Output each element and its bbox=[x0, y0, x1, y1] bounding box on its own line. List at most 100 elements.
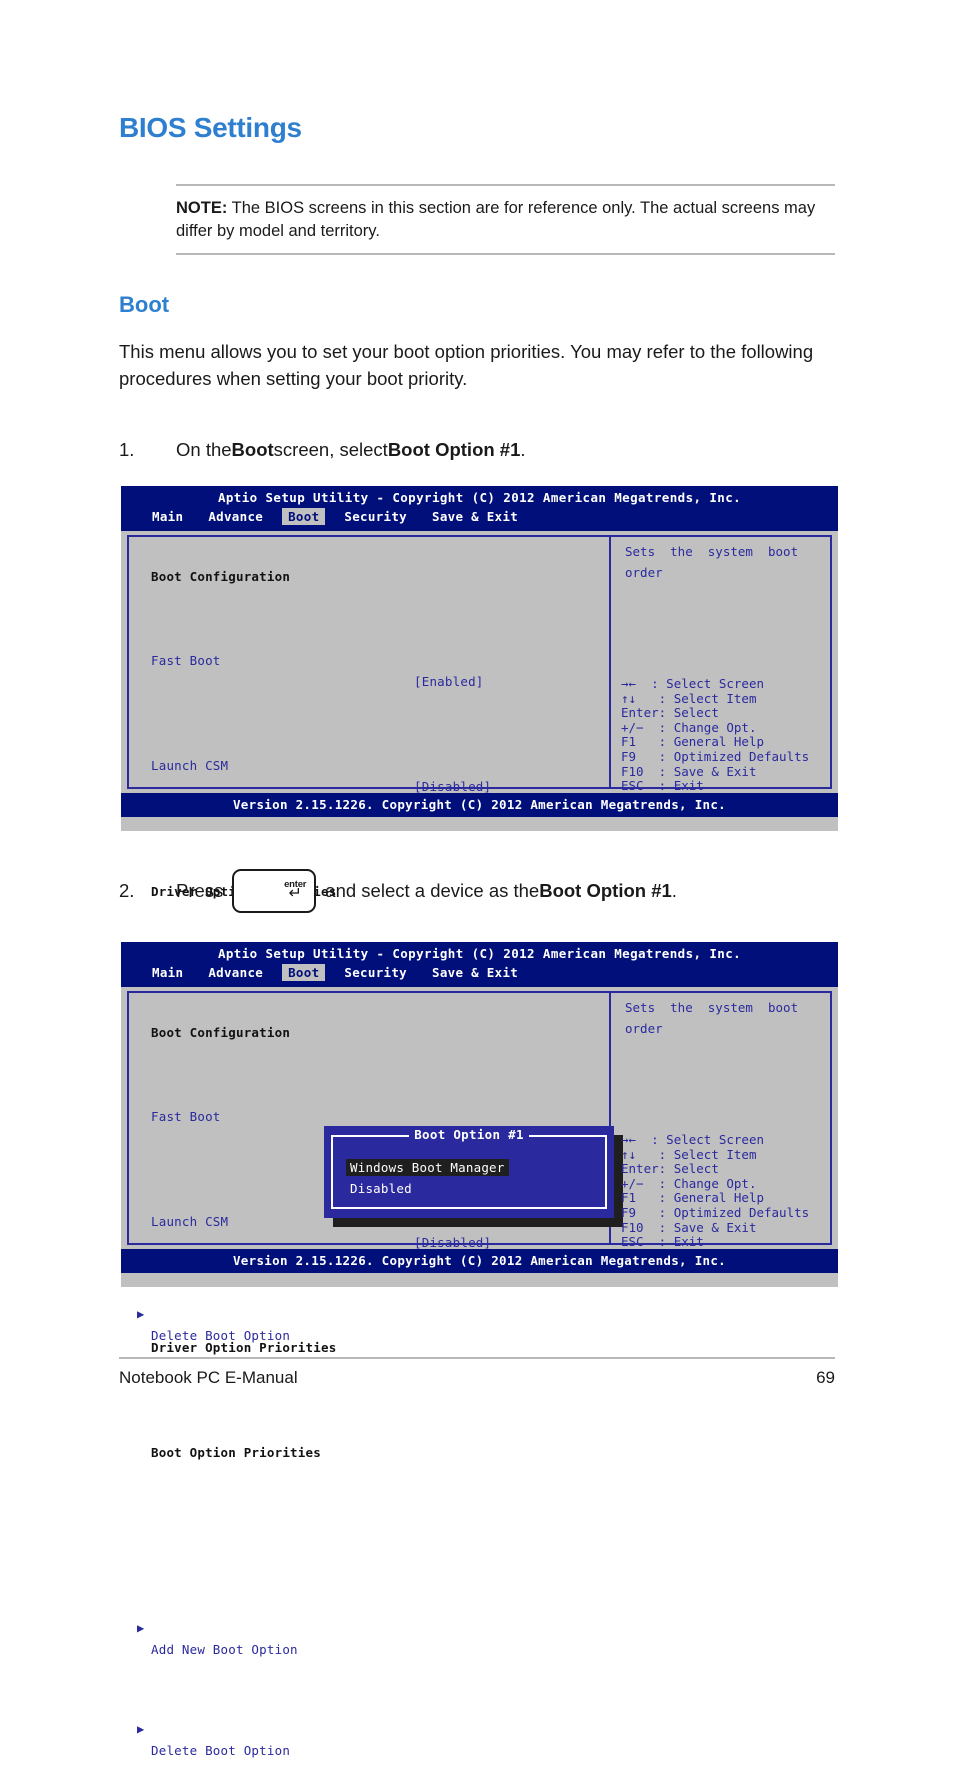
bios2-menu-boot[interactable]: Boot bbox=[282, 964, 326, 981]
section-heading-boot: Boot bbox=[119, 292, 170, 317]
bios1-fast-boot-value[interactable]: [Enabled] bbox=[414, 671, 484, 692]
footer-page-number: 69 bbox=[816, 1368, 835, 1387]
bios2-action-delete-boot-option[interactable]: ▶ Delete Boot Option bbox=[129, 1698, 609, 1782]
note-body: The BIOS screens in this section are for… bbox=[176, 199, 816, 240]
step-1: 1. On the Boot screen, select Boot Optio… bbox=[119, 437, 526, 463]
bios2-menu-main[interactable]: Main bbox=[146, 964, 189, 981]
bios2-body: Boot Configuration Fast Boot [Disabled] … bbox=[121, 987, 838, 1758]
step-2-number: 2. bbox=[119, 880, 135, 902]
bios1-key-row-exit: ESC : Exit bbox=[621, 778, 704, 794]
bios2-title: Aptio Setup Utility - Copyright (C) 2012… bbox=[217, 946, 742, 961]
bios1-key-row-general-help: F1 : General Help bbox=[621, 734, 765, 750]
step-2-text-part3: . bbox=[671, 880, 677, 902]
enter-arrow-icon: ↵ bbox=[288, 885, 302, 903]
bios2-key-row-exit: ESC : Exit bbox=[621, 1234, 704, 1250]
bios2-launch-csm-value[interactable]: [Disabled] bbox=[414, 1232, 491, 1253]
bios2-key-row-change-opt: +/− : Change Opt. bbox=[621, 1175, 757, 1191]
bios1-help-description: Sets the system boot order bbox=[625, 541, 798, 583]
bios1-settings-panel: Boot Configuration Fast Boot [Enabled] L… bbox=[127, 535, 611, 1343]
step-1-text-part1: On the bbox=[176, 439, 232, 460]
popup-option-windows-boot-manager[interactable]: Windows Boot Manager bbox=[346, 1159, 509, 1176]
manual-page: BIOS Settings NOTE: The BIOS screens in … bbox=[0, 0, 954, 1758]
bios2-key-row-enter-select: Enter: Select bbox=[621, 1161, 719, 1177]
bios2-add-new-boot-option-label: Add New Boot Option bbox=[151, 1642, 298, 1657]
bios1-key-row-select-item: ↑↓ : Select Item bbox=[621, 690, 757, 706]
note-text: NOTE: The BIOS screens in this section a… bbox=[176, 186, 835, 253]
boot-option-popup[interactable]: Boot Option #1 Windows Boot Manager Disa… bbox=[324, 1126, 614, 1218]
bios1-titlebar: Aptio Setup Utility - Copyright (C) 2012… bbox=[121, 486, 838, 531]
bios1-help-desc-line2: order bbox=[625, 565, 663, 580]
bios1-launch-csm-label: Launch CSM bbox=[151, 758, 229, 773]
step-1-text-part2: screen, select bbox=[273, 439, 388, 460]
bios2-menu-security[interactable]: Security bbox=[338, 964, 413, 981]
step-2: 2. Press enter ↵ and select a device as … bbox=[119, 869, 677, 913]
bios1-group-boot-config: Boot Configuration bbox=[129, 545, 609, 608]
bios-screenshot-2: Aptio Setup Utility - Copyright (C) 2012… bbox=[121, 942, 838, 1758]
bios2-group-driver-priorities-label: Driver Option Priorities bbox=[151, 1340, 337, 1355]
step-1-body: On the Boot screen, select Boot Option #… bbox=[176, 437, 526, 463]
bios1-key-row-change-opt: +/− : Change Opt. bbox=[621, 719, 757, 735]
bios2-group-boot-priorities: Boot Option Priorities bbox=[129, 1421, 609, 1484]
step-1-text-part3: . bbox=[520, 439, 526, 460]
step-1-number: 1. bbox=[119, 439, 135, 460]
bios1-body: Boot Configuration Fast Boot [Enabled] L… bbox=[121, 531, 838, 1343]
bios2-help-key-list: →← : Select Screen ↑↓ : Select Item Ente… bbox=[621, 1132, 810, 1250]
note-bottom-divider bbox=[176, 252, 835, 255]
bios1-row-launch-csm[interactable]: Launch CSM [Disabled] bbox=[129, 734, 609, 818]
bios2-help-desc-line1: Sets the system boot bbox=[625, 1000, 799, 1015]
bios2-delete-boot-option-label: Delete Boot Option bbox=[151, 1743, 291, 1758]
enter-key-inner: enter ↵ bbox=[284, 880, 306, 903]
page-title: BIOS Settings bbox=[119, 112, 302, 143]
bios2-menu-save-exit[interactable]: Save & Exit bbox=[426, 964, 524, 981]
bios1-help-key-list: →← : Select Screen ↑↓ : Select Item Ente… bbox=[621, 676, 810, 794]
step-1-bold-boot: Boot bbox=[231, 439, 274, 460]
bios1-menu-save-exit[interactable]: Save & Exit bbox=[426, 508, 524, 525]
bios-screenshot-1: Aptio Setup Utility - Copyright (C) 2012… bbox=[121, 486, 838, 1343]
bios1-row-fast-boot[interactable]: Fast Boot [Enabled] bbox=[129, 629, 609, 713]
footer-manual-title: Notebook PC E-Manual bbox=[119, 1368, 298, 1387]
bios2-key-row-select-screen: →← : Select Screen bbox=[621, 1132, 765, 1147]
bios1-key-row-select-screen: →← : Select Screen bbox=[621, 676, 765, 691]
bios1-menu-advance[interactable]: Advance bbox=[202, 508, 269, 525]
bios1-menu-boot[interactable]: Boot bbox=[282, 508, 326, 525]
bios2-key-row-save-exit: F10 : Save & Exit bbox=[621, 1219, 757, 1235]
bios2-fast-boot-label: Fast Boot bbox=[151, 1109, 221, 1124]
bios1-menubar: Main Advance Boot Security Save & Exit bbox=[121, 508, 838, 525]
bios1-key-row-optimized-defaults: F9 : Optimized Defaults bbox=[621, 748, 810, 764]
bios2-help-description: Sets the system boot order bbox=[625, 997, 798, 1039]
step-1-bold-boot-option: Boot Option #1 bbox=[387, 439, 521, 460]
step-2-text-part1: Press bbox=[176, 880, 224, 902]
bios1-menu-main[interactable]: Main bbox=[146, 508, 189, 525]
bios1-help-desc-line1: Sets the system boot bbox=[625, 544, 799, 559]
bios2-settings-panel: Boot Configuration Fast Boot [Disabled] … bbox=[127, 991, 623, 1758]
bios2-group-boot-config-label: Boot Configuration bbox=[151, 1025, 291, 1040]
bios2-row-boot-option-1[interactable]: Boot Option #1 bbox=[129, 1505, 609, 1568]
bios2-group-boot-config: Boot Configuration bbox=[129, 1001, 609, 1064]
triangle-right-icon: ▶ bbox=[137, 1621, 145, 1635]
bios1-fast-boot-label: Fast Boot bbox=[151, 653, 221, 668]
step-2-bold-boot-option: Boot Option #1 bbox=[539, 880, 672, 902]
bios2-key-row-optimized-defaults: F9 : Optimized Defaults bbox=[621, 1204, 810, 1220]
bios2-boot-option-1-label: Boot Option #1 bbox=[151, 1529, 260, 1544]
bios1-launch-csm-value[interactable]: [Disabled] bbox=[414, 776, 491, 797]
bios2-titlebar: Aptio Setup Utility - Copyright (C) 2012… bbox=[121, 942, 838, 987]
boot-option-popup-title: Boot Option #1 bbox=[409, 1127, 529, 1142]
bios2-help-panel: Sets the system boot order →← : Select S… bbox=[611, 991, 832, 1249]
bios1-key-row-enter-select: Enter: Select bbox=[621, 705, 719, 721]
bios2-launch-csm-label: Launch CSM bbox=[151, 1214, 229, 1229]
footer-divider bbox=[119, 1357, 835, 1359]
bios2-action-add-new-boot-option[interactable]: ▶ Add New Boot Option bbox=[129, 1597, 609, 1681]
bios1-menu-security[interactable]: Security bbox=[338, 508, 413, 525]
bios2-help-desc-line2: order bbox=[625, 1021, 663, 1036]
enter-key-icon: enter ↵ bbox=[232, 869, 317, 913]
bios2-menu-advance[interactable]: Advance bbox=[202, 964, 269, 981]
bios1-key-row-save-exit: F10 : Save & Exit bbox=[621, 763, 757, 779]
bios2-key-row-select-item: ↑↓ : Select Item bbox=[621, 1146, 757, 1162]
bios1-help-panel: Sets the system boot order →← : Select S… bbox=[611, 535, 832, 793]
triangle-right-icon: ▶ bbox=[137, 1722, 145, 1736]
popup-option-disabled[interactable]: Disabled bbox=[350, 1181, 412, 1196]
section-intro-paragraph: This menu allows you to set your boot op… bbox=[119, 341, 814, 389]
step-2-body: Press enter ↵ and select a device as the… bbox=[176, 869, 677, 913]
bios2-key-row-general-help: F1 : General Help bbox=[621, 1190, 765, 1206]
bios1-title: Aptio Setup Utility - Copyright (C) 2012… bbox=[217, 490, 742, 505]
